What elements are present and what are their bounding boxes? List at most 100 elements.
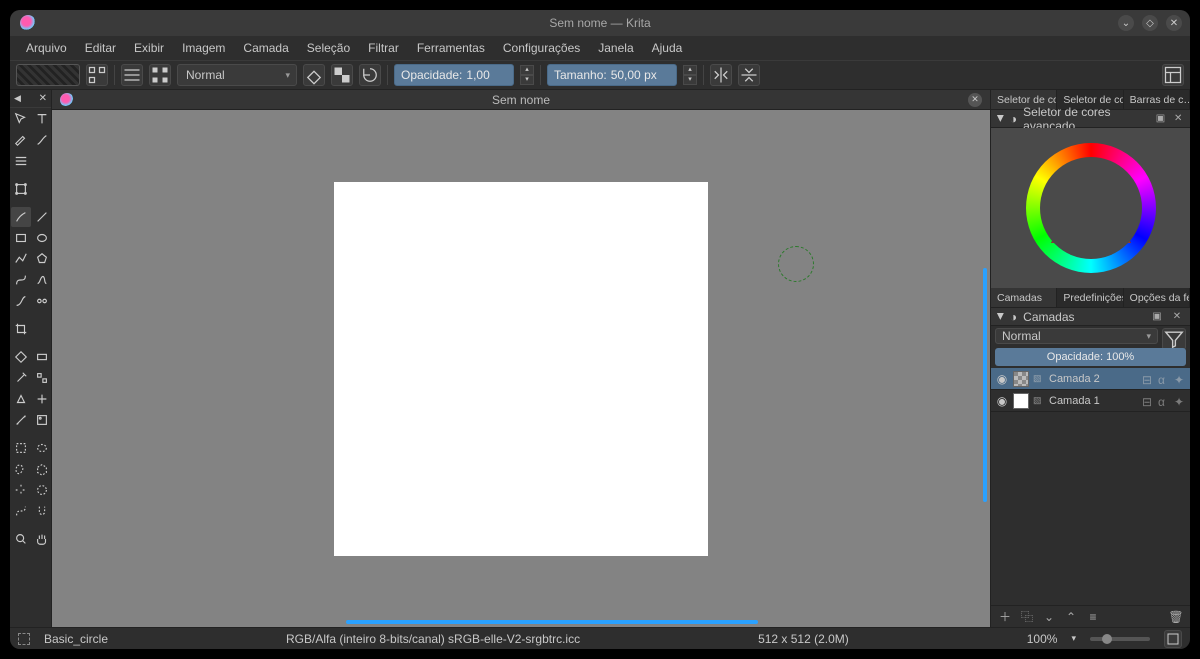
- float-panel-icon[interactable]: ▣: [1155, 112, 1167, 126]
- move-down-button[interactable]: ⌄: [1041, 609, 1057, 625]
- layer-visibility-icon[interactable]: ◉: [995, 394, 1009, 408]
- mirror-h-button[interactable]: [710, 64, 732, 86]
- rect-select-tool[interactable]: [11, 438, 31, 458]
- canvas-viewport[interactable]: [52, 110, 990, 627]
- color-wheel[interactable]: [1026, 143, 1156, 273]
- zoom-tool[interactable]: [11, 529, 31, 549]
- menu-camada[interactable]: Camada: [235, 38, 296, 58]
- ellipse-select-tool[interactable]: [32, 438, 52, 458]
- brush-editor-button[interactable]: [86, 64, 108, 86]
- color-picker-tool[interactable]: [11, 368, 31, 388]
- layer-props-icon[interactable]: ✦: [1174, 395, 1186, 407]
- edit-shapes-tool[interactable]: [11, 130, 31, 150]
- opacity-stepper[interactable]: ▴▾: [520, 65, 534, 85]
- lock-icon[interactable]: ◑: [1010, 310, 1017, 324]
- horizontal-scrollbar[interactable]: [52, 617, 990, 627]
- freehand-path-tool[interactable]: [32, 270, 52, 290]
- layer-alpha-icon[interactable]: α: [1158, 373, 1170, 385]
- ellipse-tool[interactable]: [32, 228, 52, 248]
- menu-ajuda[interactable]: Ajuda: [644, 38, 691, 58]
- layer-name[interactable]: Camada 1: [1049, 395, 1138, 407]
- layer-name[interactable]: Camada 2: [1049, 373, 1138, 385]
- lock-icon[interactable]: ◑: [1010, 112, 1017, 126]
- layer-lock-icon[interactable]: ⊟: [1142, 373, 1154, 385]
- menu-configurações[interactable]: Configurações: [495, 38, 588, 58]
- menu-ferramentas[interactable]: Ferramentas: [409, 38, 493, 58]
- menu-seleção[interactable]: Seleção: [299, 38, 358, 58]
- collapse-icon[interactable]: ▶: [995, 313, 1006, 320]
- toolbox-collapse-icon[interactable]: ◀: [14, 93, 21, 104]
- line-tool[interactable]: [32, 207, 52, 227]
- bezier-tool[interactable]: [11, 270, 31, 290]
- move-up-button[interactable]: ⌃: [1063, 609, 1079, 625]
- rectangle-tool[interactable]: [11, 228, 31, 248]
- menu-filtrar[interactable]: Filtrar: [360, 38, 407, 58]
- pattern-edit-tool[interactable]: [32, 368, 52, 388]
- opacity-field[interactable]: Opacidade: 1,00: [394, 64, 514, 86]
- pattern-tool[interactable]: [11, 151, 31, 171]
- layer-props-icon[interactable]: ✦: [1174, 373, 1186, 385]
- vertical-scrollbar[interactable]: [980, 110, 990, 617]
- collapse-icon[interactable]: ▶: [995, 115, 1006, 122]
- polyline-tool[interactable]: [11, 249, 31, 269]
- crop-tool[interactable]: [11, 319, 31, 339]
- dock-tab[interactable]: Opções da ferra…: [1124, 288, 1190, 307]
- layer-lock-icon[interactable]: ⊟: [1142, 395, 1154, 407]
- magnetic-select-tool[interactable]: [32, 501, 52, 521]
- document-tab-close[interactable]: ✕: [968, 93, 982, 107]
- layer-alpha-icon[interactable]: α: [1158, 395, 1170, 407]
- pan-tool[interactable]: [32, 529, 52, 549]
- move-tool[interactable]: [11, 109, 31, 129]
- mirror-v-button[interactable]: [738, 64, 760, 86]
- blend-mode-select[interactable]: Normal: [177, 64, 297, 86]
- layer-row[interactable]: ◉▧Camada 1⊟α✦: [991, 390, 1190, 412]
- similar-select-tool[interactable]: [32, 480, 52, 500]
- brush-preset-swatch[interactable]: [16, 64, 80, 86]
- dock-tab[interactable]: Predefinições do…: [1057, 288, 1123, 307]
- measure-tool[interactable]: [11, 410, 31, 430]
- dynamic-brush-tool[interactable]: [11, 291, 31, 311]
- menu-janela[interactable]: Janela: [590, 38, 641, 58]
- dock-tab[interactable]: Camadas: [991, 288, 1057, 307]
- size-stepper[interactable]: ▴▾: [683, 65, 697, 85]
- document-tab[interactable]: Sem nome ✕: [52, 90, 990, 109]
- zoom-slider[interactable]: [1090, 637, 1150, 641]
- layer-blend-select[interactable]: Normal: [995, 328, 1158, 344]
- layer-props-button[interactable]: ≡: [1085, 609, 1101, 625]
- alpha-lock-button[interactable]: [331, 64, 353, 86]
- color-triangle[interactable]: [1051, 173, 1131, 243]
- add-layer-button[interactable]: ＋: [997, 609, 1013, 625]
- layer-opacity-slider[interactable]: Opacidade: 100%: [995, 348, 1186, 366]
- zoom-map-button[interactable]: [1164, 630, 1182, 648]
- layer-visibility-icon[interactable]: ◉: [995, 372, 1009, 386]
- freehand-select-tool[interactable]: [11, 459, 31, 479]
- fill-tool[interactable]: [11, 347, 31, 367]
- text-tool[interactable]: [32, 109, 52, 129]
- float-panel-icon[interactable]: ▣: [1150, 310, 1164, 324]
- reload-preset-button[interactable]: [359, 64, 381, 86]
- polygon-tool[interactable]: [32, 249, 52, 269]
- color-selector[interactable]: [991, 128, 1190, 288]
- eraser-mode-button[interactable]: [303, 64, 325, 86]
- menu-imagem[interactable]: Imagem: [174, 38, 233, 58]
- menu-exibir[interactable]: Exibir: [126, 38, 172, 58]
- canvas[interactable]: [334, 182, 708, 556]
- workspace-button[interactable]: [1162, 64, 1184, 86]
- reference-tool[interactable]: [32, 410, 52, 430]
- zoom-dropdown-icon[interactable]: ▾: [1071, 633, 1076, 644]
- close-panel-icon[interactable]: ✕: [1172, 112, 1184, 126]
- edit-brush-button[interactable]: [121, 64, 143, 86]
- menu-editar[interactable]: Editar: [77, 38, 124, 58]
- close-panel-icon[interactable]: ✕: [1170, 310, 1184, 324]
- toolbox-close-icon[interactable]: ✕: [39, 93, 47, 104]
- menu-arquivo[interactable]: Arquivo: [18, 38, 75, 58]
- size-field[interactable]: Tamanho: 50,00 px: [547, 64, 677, 86]
- brush-tool[interactable]: [11, 207, 31, 227]
- contiguous-select-tool[interactable]: [11, 480, 31, 500]
- smart-fill-tool[interactable]: [11, 389, 31, 409]
- duplicate-layer-button[interactable]: ⿻: [1019, 609, 1035, 625]
- calligraphy-tool[interactable]: [32, 130, 52, 150]
- assistant-tool[interactable]: [32, 389, 52, 409]
- delete-layer-button[interactable]: 🗑: [1168, 609, 1184, 625]
- poly-select-tool[interactable]: [32, 459, 52, 479]
